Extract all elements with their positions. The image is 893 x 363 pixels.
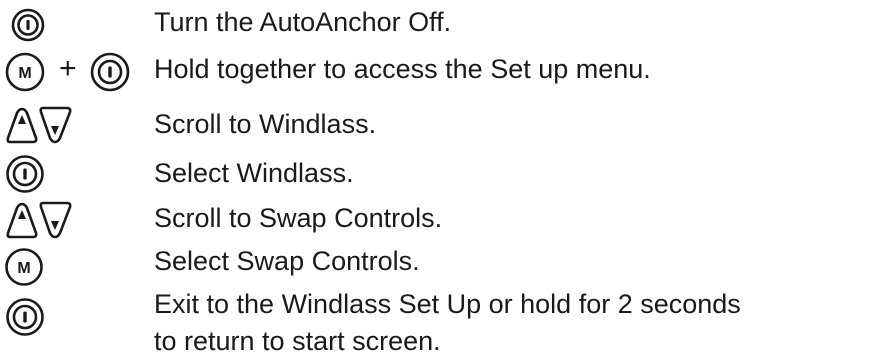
up-arrow-button-icon bbox=[6, 202, 38, 239]
down-arrow-button-icon bbox=[39, 201, 72, 239]
step-4-text: Select Windlass. bbox=[154, 158, 354, 188]
mode-button-icon: M bbox=[5, 248, 43, 286]
step-7-text: Exit to the Windlass Set Up or hold for … bbox=[154, 286, 741, 360]
mode-letter: M bbox=[17, 260, 30, 277]
step-3-text: Scroll to Windlass. bbox=[154, 109, 377, 139]
plus-sign: + bbox=[59, 52, 77, 85]
instruction-step-5: Scroll to Swap Controls. bbox=[0, 200, 893, 240]
mode-button-icon: M bbox=[5, 52, 45, 92]
down-arrow-button-icon bbox=[39, 106, 72, 144]
power-button-icon bbox=[6, 298, 44, 336]
step-7-text-line-2: to return to start screen. bbox=[154, 326, 441, 356]
instruction-step-6: M Select Swap Controls. bbox=[0, 243, 893, 286]
instruction-step-7: Exit to the Windlass Set Up or hold for … bbox=[0, 286, 893, 362]
instruction-step-1: Turn the AutoAnchor Off. bbox=[0, 4, 893, 44]
step-1-text: Turn the AutoAnchor Off. bbox=[154, 7, 452, 37]
step-6-text: Select Swap Controls. bbox=[154, 246, 420, 276]
up-arrow-button-icon bbox=[6, 107, 38, 144]
step-7-text-line-1: Exit to the Windlass Set Up or hold for … bbox=[154, 289, 741, 319]
power-button-icon bbox=[90, 52, 130, 92]
instruction-step-4: Select Windlass. bbox=[0, 155, 893, 195]
instruction-step-3: Scroll to Windlass. bbox=[0, 106, 893, 146]
step-2-text: Hold together to access the Set up menu. bbox=[154, 54, 651, 84]
instruction-step-2: M + Hold together to access the Set up m… bbox=[0, 51, 893, 92]
power-button-icon bbox=[11, 8, 45, 42]
power-button-icon bbox=[6, 155, 44, 193]
mode-letter: M bbox=[18, 65, 31, 82]
step-5-text: Scroll to Swap Controls. bbox=[154, 203, 443, 233]
